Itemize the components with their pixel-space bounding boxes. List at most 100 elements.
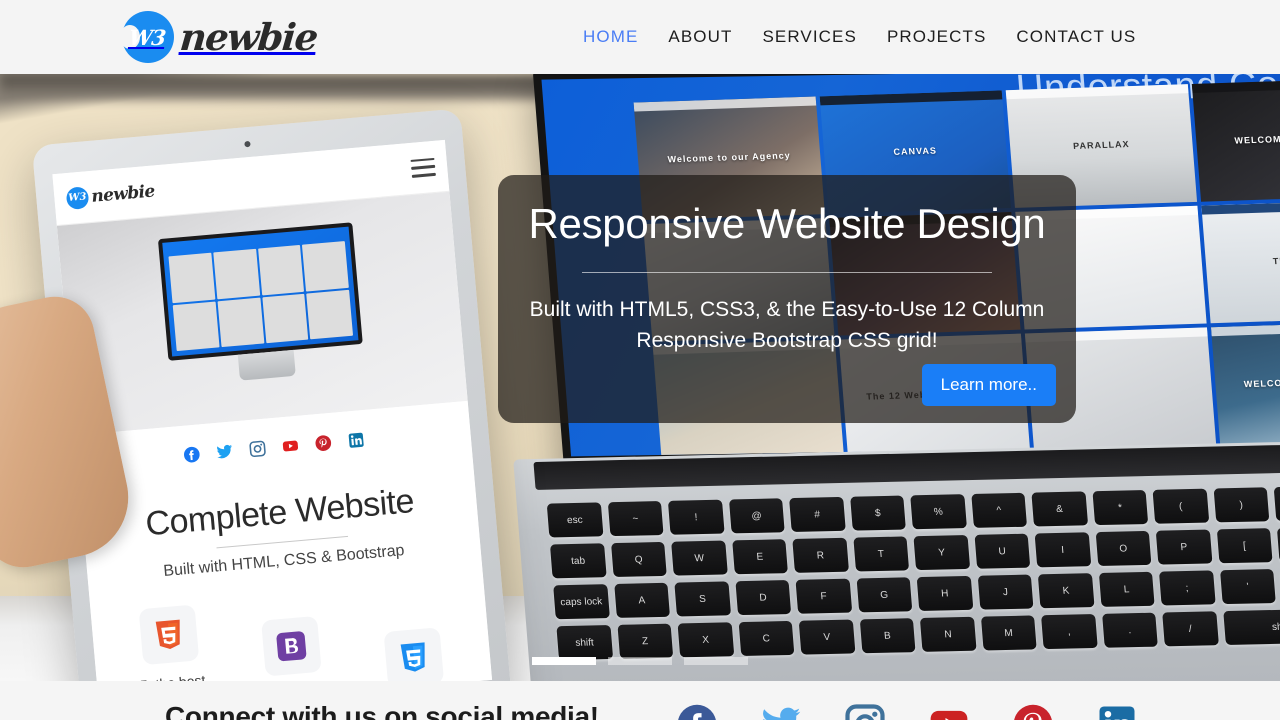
keyboard-key: A	[613, 582, 670, 618]
logo-mark-text: W3	[127, 24, 167, 50]
keyboard-key: I	[1034, 532, 1091, 568]
linkedin-icon	[348, 432, 364, 448]
tablet-title: Complete Website	[143, 482, 416, 544]
logo-word: newbie	[178, 15, 319, 59]
carousel-indicator-2[interactable]	[608, 657, 672, 665]
facebook-icon[interactable]	[676, 703, 718, 720]
keyboard-key: *	[1091, 490, 1149, 526]
keyboard-key: ,	[1041, 614, 1098, 650]
tech-card-css3: CSS3, the best	[350, 581, 479, 681]
keyboard-key: shift	[1222, 608, 1280, 646]
tablet-w3-circle-icon: W3	[65, 185, 90, 210]
site-header: W3 newbie HOME ABOUT SERVICES PROJECTS C…	[0, 0, 1280, 74]
keyboard-key: O	[1095, 530, 1152, 567]
nav-item-contact-us[interactable]: CONTACT US	[1001, 27, 1151, 47]
nav-item-home[interactable]: HOME	[568, 27, 653, 47]
thumbnail-gym-welcome-template: WELCOME TO OUR GYM	[1210, 321, 1280, 445]
youtube-icon	[282, 440, 299, 451]
keyboard-key: C	[738, 620, 795, 657]
keyboard-key: F	[795, 578, 852, 614]
w3-circle-icon: W3	[120, 11, 174, 63]
keyboard-key: shift	[556, 625, 613, 661]
linkedin-icon[interactable]	[1096, 703, 1138, 720]
youtube-icon[interactable]	[928, 703, 970, 720]
social-icon-list	[676, 703, 1138, 720]
hero-title: Responsive Website Design	[528, 200, 1046, 247]
nav-item-projects[interactable]: PROJECTS	[872, 27, 1001, 47]
desk-shadow	[0, 74, 560, 100]
keyboard-key: -	[1273, 485, 1280, 522]
tablet-subtitle: Built with HTML, CSS & Bootstrap	[162, 542, 406, 581]
keyboard-key: H	[916, 575, 973, 612]
html5-icon	[138, 604, 199, 666]
keyboard-key: X	[677, 622, 734, 658]
main-navigation: HOME ABOUT SERVICES PROJECTS CONTACT US	[568, 0, 1151, 74]
keyboard-key: M	[980, 615, 1037, 651]
tablet-camera-icon	[244, 140, 251, 148]
keyboard-key: N	[919, 616, 977, 652]
nav-item-about[interactable]: ABOUT	[653, 27, 747, 47]
nav-item-services[interactable]: SERVICES	[747, 27, 871, 47]
keyboard-key: esc	[546, 502, 603, 538]
thumb-label: CANVAS	[893, 145, 938, 158]
keyboard-key: R	[792, 537, 849, 573]
thumb-topbar	[633, 96, 817, 112]
keyboard-key: (	[1152, 488, 1209, 524]
monitor-stand	[237, 349, 296, 381]
keyboard-key: E	[731, 539, 788, 575]
hero-subtitle: Built with HTML5, CSS3, & the Easy-to-Us…	[529, 298, 1045, 352]
keyboard-key: G	[856, 577, 913, 613]
thumb-label	[1116, 386, 1124, 392]
keyboard-key: K	[1037, 573, 1095, 609]
keyboard-key: S	[674, 581, 731, 617]
hero-divider	[582, 272, 992, 274]
thumb-topbar	[1210, 321, 1280, 337]
keyboard-key: B	[859, 618, 916, 654]
facebook-icon	[183, 446, 200, 462]
keyboard-key: Q	[610, 541, 667, 578]
logo[interactable]: W3 newbie	[120, 11, 319, 63]
keyboard-key: ^	[970, 492, 1028, 528]
thumb-topbar	[1201, 199, 1280, 215]
thumbnail-nuno-template: WELCOME TO NUNO	[1191, 78, 1280, 202]
tablet-tech-cards: 5, the best Bootstrap, the CSS3, the bes…	[105, 580, 484, 681]
pinterest-icon[interactable]	[1012, 703, 1054, 720]
tech-card-html5: 5, the best	[109, 602, 238, 681]
thumb-topbar	[819, 90, 1003, 106]
keyboard-key: %	[910, 494, 967, 530]
keyboard-key: &	[1031, 491, 1088, 527]
social-media-section: Connect with us on social media!	[0, 681, 1280, 720]
monitor-illustration-icon	[157, 222, 363, 361]
carousel-indicator-3[interactable]	[684, 657, 748, 665]
keyboard-key: Y	[913, 535, 970, 571]
twitter-icon[interactable]	[760, 703, 802, 720]
keyboard-key: Z	[616, 623, 674, 659]
keyboard-key: !	[667, 499, 725, 535]
thumb-label: Welcome to our Agency	[667, 150, 792, 165]
tablet-hero-image	[56, 191, 468, 436]
css3-icon	[383, 627, 445, 681]
keyboard-key: J	[977, 574, 1034, 610]
thumb-label: WELCOME TO OUR GYM	[1243, 375, 1280, 390]
carousel-indicators	[532, 657, 748, 665]
keyboard-key: .	[1101, 612, 1158, 648]
monitor-screen	[162, 226, 359, 357]
keyboard-key: @	[728, 498, 785, 534]
learn-more-button[interactable]: Learn more..	[921, 364, 1056, 406]
thumb-label: PARALLAX	[1072, 139, 1130, 152]
keyboard-key: #	[789, 496, 846, 533]
keyboard-key: ;	[1158, 570, 1216, 606]
instagram-icon[interactable]	[844, 703, 886, 720]
tech-card-caption: 5, the best	[115, 670, 231, 681]
keyboard-key: $	[849, 495, 906, 531]
keyboard-key: [	[1216, 528, 1273, 564]
carousel-indicator-1[interactable]	[532, 657, 596, 665]
social-heading: Connect with us on social media!	[165, 701, 599, 720]
keyboard-key: U	[974, 533, 1031, 569]
tablet-body: Complete Website Built with HTML, CSS & …	[80, 458, 493, 681]
hero-caption: Responsive Website Design Built with HTM…	[498, 175, 1076, 423]
keyboard-key: '	[1219, 569, 1276, 605]
keyboard-key: /	[1162, 611, 1219, 647]
tablet-logo-word: newbie	[90, 180, 156, 207]
pinterest-icon	[315, 434, 332, 451]
